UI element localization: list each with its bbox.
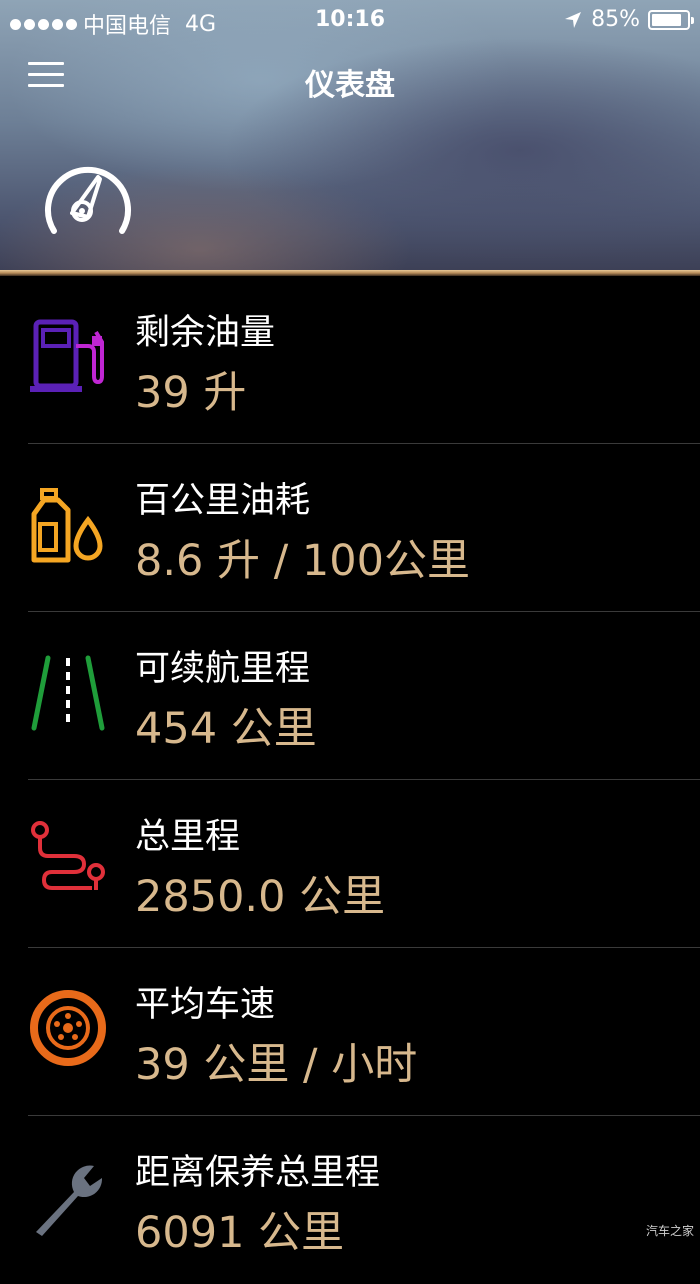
location-arrow-icon	[565, 11, 582, 28]
item-label: 距离保养总里程	[135, 1153, 381, 1193]
item-label: 总里程	[135, 817, 241, 857]
list-item-average-speed[interactable]: 平均车速 39 公里 / 小时	[0, 948, 700, 1116]
road-icon	[31, 655, 105, 731]
route-icon	[31, 821, 105, 890]
item-value: 454 公里	[135, 704, 317, 754]
list-item-total-mileage[interactable]: 总里程 2850.0 公里	[0, 780, 700, 948]
item-value: 8.6 升 / 100公里	[135, 536, 470, 586]
item-label: 剩余油量	[135, 313, 276, 353]
fuel-pump-icon	[30, 319, 104, 392]
wheel-icon	[30, 990, 106, 1066]
battery-icon	[648, 9, 694, 30]
item-value: 2850.0 公里	[135, 872, 386, 922]
status-bar: 中国电信 4G 10:16 85%	[0, 0, 700, 40]
page-title: 仪表盘	[305, 68, 395, 103]
item-label: 百公里油耗	[135, 481, 311, 521]
list-item-fuel-remaining[interactable]: 剩余油量 39 升	[0, 276, 700, 444]
item-label: 平均车速	[135, 985, 276, 1025]
watermark: 汽车之家	[645, 1224, 694, 1238]
item-value: 39 升	[135, 368, 247, 418]
item-value: 39 公里 / 小时	[135, 1040, 418, 1090]
oil-can-icon	[31, 488, 103, 563]
status-right: 85%	[563, 7, 694, 32]
list-item-fuel-consumption[interactable]: 百公里油耗 8.6 升 / 100公里	[0, 444, 700, 612]
item-value: 6091 公里	[135, 1208, 345, 1258]
wrench-icon	[36, 1165, 103, 1236]
list-item-maintenance-distance[interactable]: 距离保养总里程 6091 公里	[0, 1116, 700, 1284]
dashboard-list: 剩余油量 39 升 百公里油耗 8.6 升 / 100公里 可续航里程 454 …	[0, 276, 700, 1284]
speedometer-icon	[45, 167, 131, 234]
list-item-remaining-range[interactable]: 可续航里程 454 公里	[0, 612, 700, 780]
battery-percent: 85%	[591, 7, 640, 32]
item-label: 可续航里程	[135, 649, 311, 689]
